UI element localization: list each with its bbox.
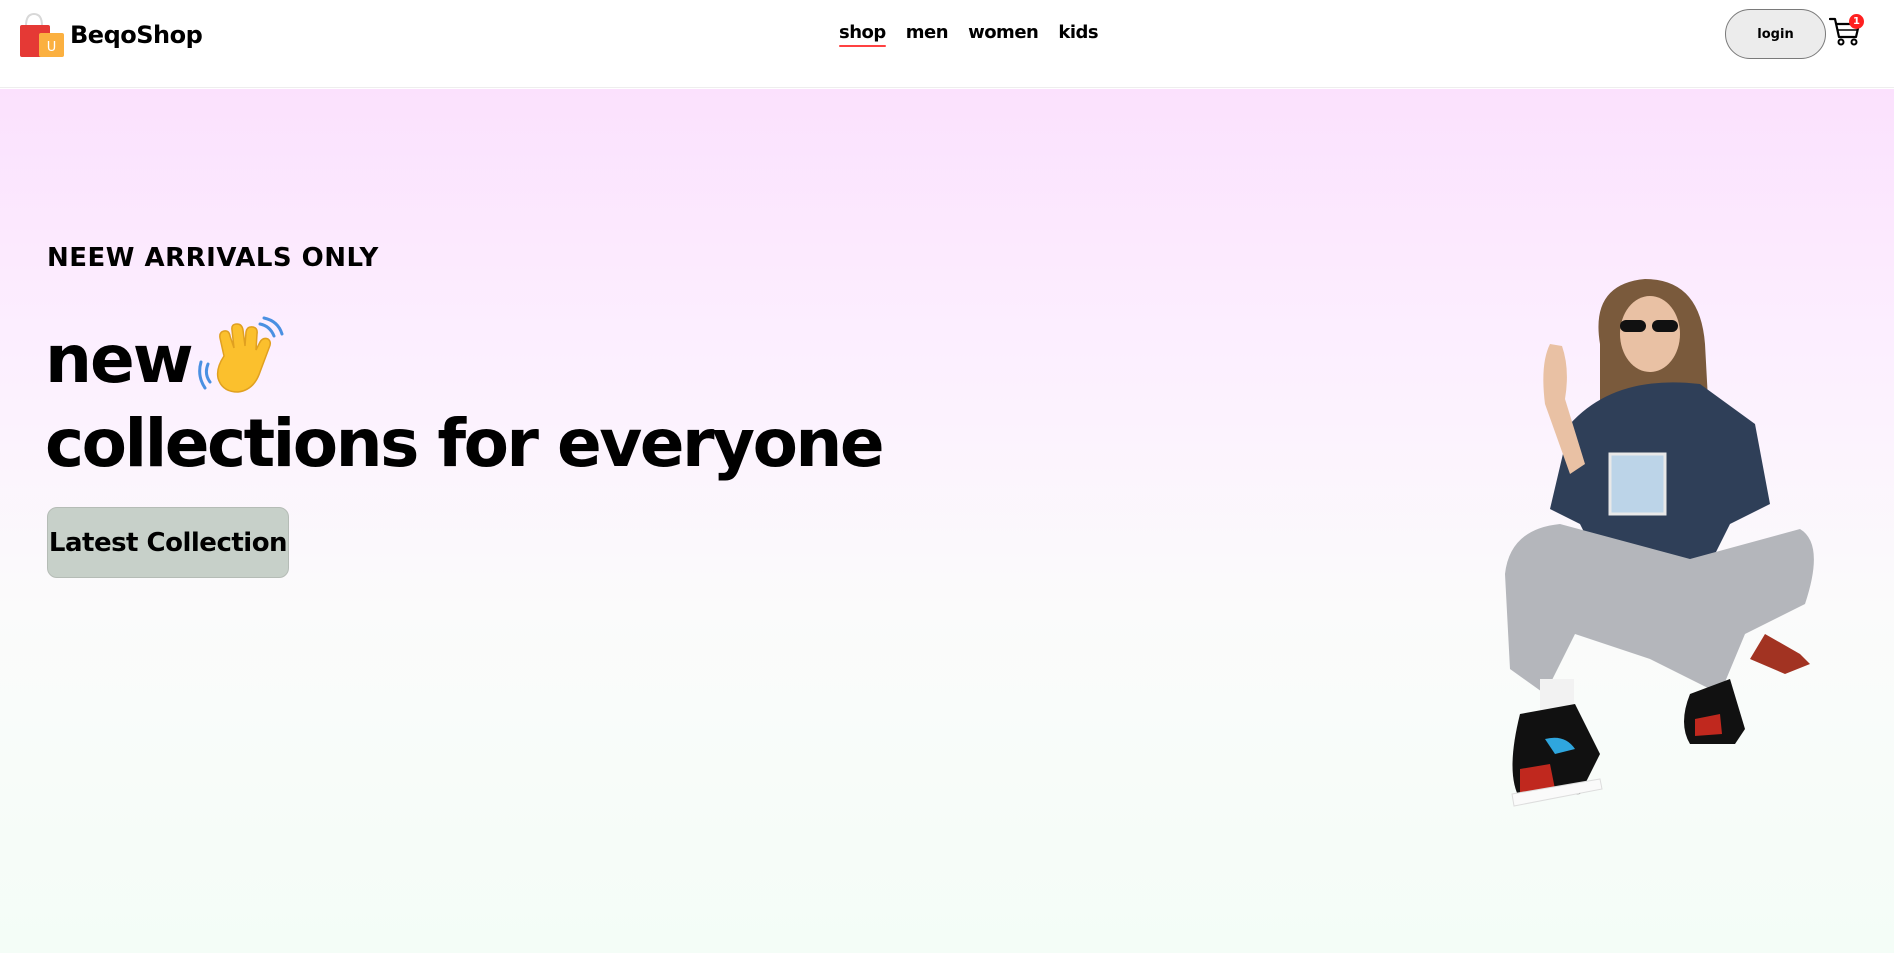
shopping-bags-icon: U [20, 12, 64, 57]
login-button[interactable]: login [1725, 9, 1826, 59]
nav-item-shop[interactable]: shop [839, 22, 886, 47]
cart-button[interactable]: 1 [1828, 14, 1864, 48]
nav-item-women[interactable]: women [968, 22, 1039, 43]
nav-item-men[interactable]: men [906, 22, 949, 43]
main-nav: shop men women kids [839, 22, 1099, 47]
hero-section: NEEW ARRIVALS ONLY new collections for e… [0, 89, 1894, 953]
hero-headline-word: new [45, 320, 194, 398]
hero-headline-line2: collections for everyone [45, 405, 885, 482]
latest-collection-button[interactable]: Latest Collection [47, 507, 289, 578]
brand-name: BeqoShop [70, 21, 203, 49]
waving-hand-icon [197, 316, 284, 393]
navbar: U BeqoShop shop men women kids login 1 [0, 0, 1894, 88]
cart-count-badge: 1 [1849, 14, 1864, 29]
hero-tagline: NEEW ARRIVALS ONLY [47, 243, 379, 273]
hero-model-image [1505, 279, 1814, 807]
svg-text:U: U [47, 40, 57, 55]
hero-headline-line1: new [45, 309, 284, 409]
logo[interactable]: U BeqoShop [18, 12, 203, 58]
nav-item-kids[interactable]: kids [1058, 22, 1098, 43]
